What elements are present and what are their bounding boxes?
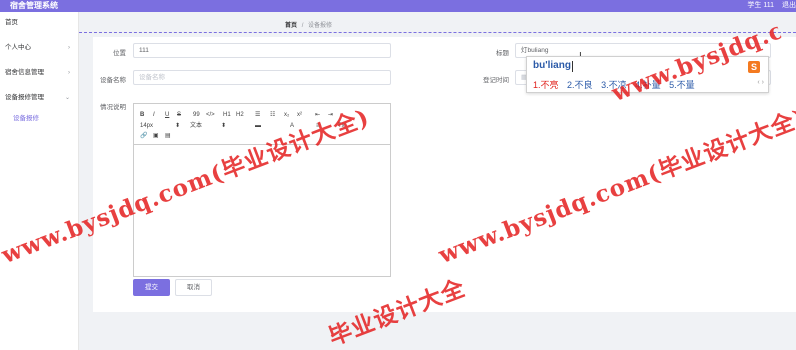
sidebar-item-label: 设备报修 — [13, 115, 39, 122]
ime-pinyin: bu'liang — [533, 60, 571, 71]
breadcrumb-separator: / — [301, 23, 304, 29]
video-icon[interactable]: ▤ — [165, 131, 171, 141]
clear-format-button[interactable]: Tx — [338, 121, 345, 131]
rich-text-editor[interactable]: B I U S 99 </> H1 H2 ☰ ☷ x₂ x² ⇤ ⇥ 14px … — [133, 103, 391, 277]
sidebar-item-label: 宿舍信息管理 — [5, 69, 44, 76]
device-name-input[interactable]: 设备名称 — [133, 70, 391, 85]
font-size-select-arrow-icon: ⬍ — [175, 123, 181, 129]
font-size-select[interactable]: 14px — [140, 121, 153, 131]
editor-toolbar-divider — [134, 144, 390, 145]
ime-candidate[interactable]: 4.补量 — [635, 80, 661, 90]
strike-button[interactable]: S — [177, 110, 181, 120]
submit-button[interactable]: 提交 — [133, 279, 170, 296]
sidebar-item-home[interactable]: 首页 — [0, 16, 79, 30]
sidebar-item-dorm-info[interactable]: 宿舍信息管理 › — [0, 66, 79, 80]
ime-page-arrows-icon[interactable]: ‹ › — [757, 79, 764, 86]
heading-2-button[interactable]: H2 — [236, 110, 244, 120]
bullet-list-button[interactable]: ☷ — [270, 110, 275, 120]
location-input[interactable]: 111 — [133, 43, 391, 58]
code-block-button[interactable]: </> — [206, 110, 215, 120]
ordered-list-button[interactable]: ☰ — [255, 110, 260, 120]
breadcrumb-home[interactable]: 首页 — [285, 23, 297, 29]
ime-candidate[interactable]: 5.不量 — [669, 80, 695, 90]
indent-button[interactable]: ⇥ — [328, 110, 333, 120]
chevron-right-icon: › — [68, 70, 70, 76]
bold-button[interactable]: B — [140, 110, 144, 120]
blockquote-button[interactable]: 99 — [193, 110, 200, 120]
subscript-button[interactable]: x₂ — [284, 110, 289, 120]
font-family-select[interactable]: ▬ — [255, 121, 261, 131]
sidebar-item-profile[interactable]: 个人中心 › — [0, 41, 79, 55]
sidebar-item-repair-management[interactable]: 设备报修管理 ⌄ — [0, 91, 79, 105]
editor-toolbar-row-3: 🔗 ▣ ▤ — [134, 131, 392, 141]
user-name: 学生 111 — [747, 2, 774, 9]
chevron-right-icon: › — [68, 45, 70, 51]
sidebar-item-repair[interactable]: 设备报修 — [0, 112, 79, 126]
location-label: 位置 — [113, 50, 126, 57]
title-input-value: 灯buliang — [521, 47, 549, 54]
text-style-select[interactable]: 文本 — [190, 121, 202, 131]
sidebar-item-label: 首页 — [5, 19, 18, 26]
sidebar-item-label: 个人中心 — [5, 44, 31, 51]
sidebar: 首页 个人中心 › 宿舍信息管理 › 设备报修管理 ⌄ 设备报修 — [0, 12, 79, 350]
outdent-button[interactable]: ⇤ — [315, 110, 320, 120]
italic-button[interactable]: I — [153, 110, 155, 120]
editor-toolbar-row-2: 14px ⬍ 文本 ⬍ ▬ A ≡ Tx — [134, 121, 392, 131]
superscript-button[interactable]: x² — [297, 110, 302, 120]
app-title: 宿舍管理系统 — [10, 1, 58, 10]
heading-1-button[interactable]: H1 — [223, 110, 231, 120]
cancel-button[interactable]: 取消 — [175, 279, 212, 296]
editor-toolbar-row-1: B I U S 99 </> H1 H2 ☰ ☷ x₂ x² ⇤ ⇥ — [134, 110, 392, 120]
description-label: 情况说明 — [100, 104, 126, 111]
header-divider — [79, 32, 796, 33]
font-color-button[interactable]: A — [290, 121, 294, 131]
ime-candidate-list: 1.不亮 2.不良 3.不凉 4.补量 5.不量 — [533, 78, 701, 91]
logout-link[interactable]: 退出 — [782, 0, 796, 12]
top-bar: 宿舍管理系统 学生 111 退出 — [0, 0, 796, 12]
ime-candidate[interactable]: 2.不良 — [567, 80, 593, 90]
sogou-logo-icon: S — [748, 61, 760, 73]
device-name-label: 设备名称 — [100, 77, 126, 84]
underline-button[interactable]: U — [165, 110, 169, 120]
ime-candidate[interactable]: 1.不亮 — [533, 80, 559, 90]
ime-candidate[interactable]: 3.不凉 — [601, 80, 627, 90]
text-style-select-arrow-icon: ⬍ — [221, 123, 227, 129]
title-label: 标题 — [496, 50, 509, 57]
breadcrumb: 首页 / 设备报修 — [285, 20, 332, 29]
align-button[interactable]: ≡ — [316, 121, 320, 131]
sidebar-item-label: 设备报修管理 — [5, 94, 44, 101]
ime-caret — [572, 61, 573, 72]
register-time-label: 登记时间 — [483, 77, 509, 84]
chevron-down-icon: ⌄ — [64, 95, 70, 101]
image-icon[interactable]: ▣ — [153, 131, 159, 141]
breadcrumb-current: 设备报修 — [308, 23, 333, 29]
ime-candidate-popup: bu'liang S 1.不亮 2.不良 3.不凉 4.补量 5.不量 ‹ › — [526, 56, 769, 93]
link-icon[interactable]: 🔗 — [140, 131, 147, 141]
